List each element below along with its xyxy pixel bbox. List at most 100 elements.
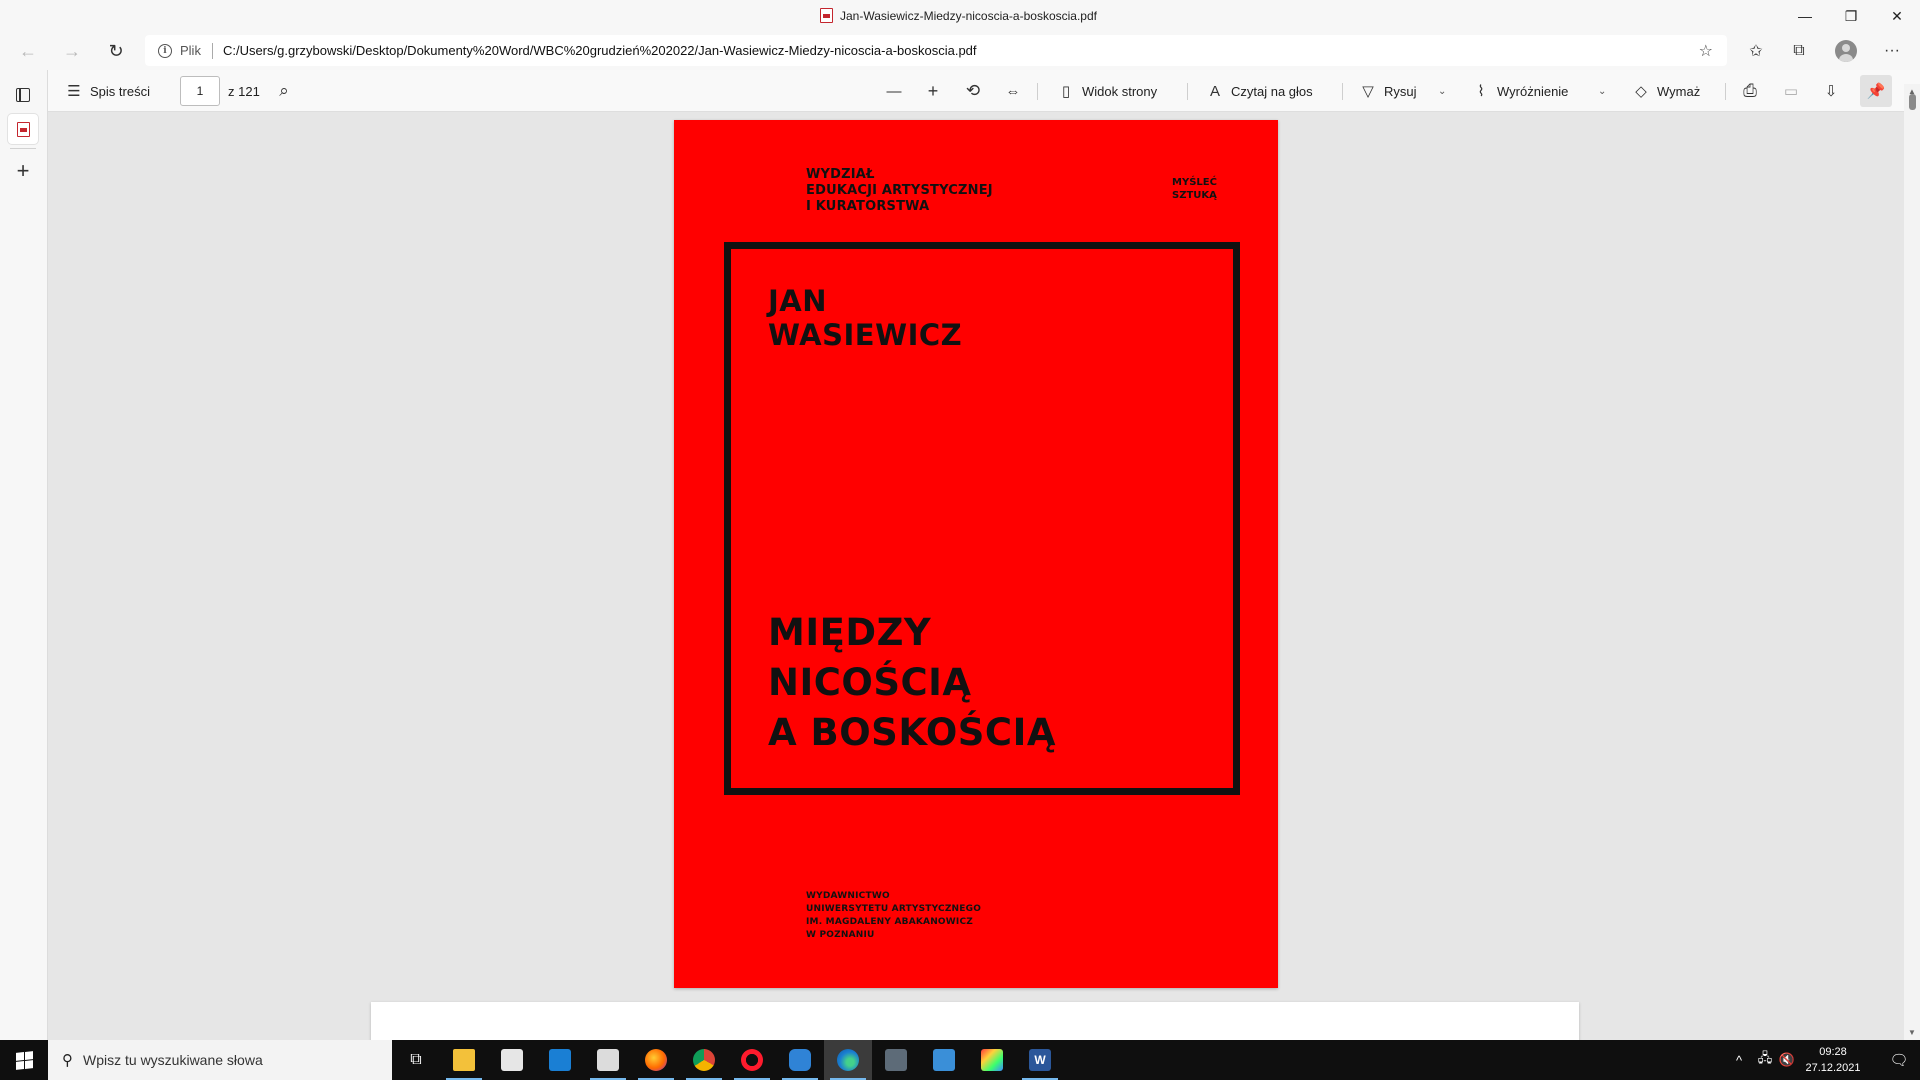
show-hidden-icons-button[interactable]: ^ [1726,1040,1752,1080]
fit-to-width-button[interactable]: ⇔ [1005,70,1021,112]
pin-toolbar-button[interactable]: 📌 [1860,75,1892,107]
app-button-network[interactable] [920,1040,968,1080]
app-button-dark[interactable] [584,1040,632,1080]
erase-button[interactable]: ◇ Wymaż [1633,70,1700,112]
mail-icon [549,1049,571,1071]
list-icon: ☰ [67,83,81,100]
highlight-options-dropdown[interactable]: ⌄ [1598,70,1606,112]
close-button[interactable]: ✕ [1874,0,1920,32]
highlight-label: Wyróżnienie [1497,83,1569,99]
rotate-icon: ⟲ [965,81,981,100]
toolbar-divider [1725,83,1726,100]
zoom-in-button[interactable]: + [925,70,941,112]
chrome-button[interactable] [680,1040,728,1080]
save-icon: ▭ [1783,83,1799,100]
network-icon: 🖧 [1757,1050,1773,1065]
eraser-icon: ◇ [1635,83,1647,100]
favorites-icon[interactable]: ✩ [1738,36,1774,66]
edge-button[interactable] [824,1040,872,1080]
page-number-input[interactable] [180,76,220,106]
firefox-icon [645,1049,667,1071]
print-button[interactable]: ⎙ [1742,70,1758,112]
chevron-up-icon: ^ [1735,1052,1743,1068]
store-button[interactable] [488,1040,536,1080]
page-navigator: z 121 [180,70,260,112]
title-bar: Jan-Wasiewicz-Miedzy-nicoscia-a-boskosci… [0,0,1920,32]
url-text[interactable]: C:/Users/g.grzybowski/Desktop/Dokumenty%… [223,43,977,58]
window-title: Jan-Wasiewicz-Miedzy-nicoscia-a-boskosci… [840,8,1097,23]
highlight-button[interactable]: ⌇ Wyróżnienie [1473,70,1568,112]
firefox-button[interactable] [632,1040,680,1080]
page-total: z 121 [228,83,260,99]
scroll-down-arrow-icon[interactable]: ▼ [1908,1028,1916,1037]
table-of-contents-button[interactable]: ☰ Spis treści [66,70,150,112]
printer-icon: ⎙ [1743,81,1757,100]
address-divider [211,42,213,59]
rotate-button[interactable]: ⟲ [965,70,981,112]
zoom-out-button[interactable]: — [886,70,902,112]
book-title: MIĘDZY NICOŚCIĄ A BOSKOŚCIĄ [768,611,1056,754]
word-button[interactable]: W [1016,1040,1064,1080]
minimize-button[interactable]: — [1782,0,1828,32]
collections-icon[interactable]: ⧉ [1781,36,1817,66]
file-explorer-button[interactable] [440,1040,488,1080]
calculator-icon [885,1049,907,1071]
read-aloud-button[interactable]: A Czytaj na głos [1207,70,1313,112]
address-box[interactable]: i Plik C:/Users/g.grzybowski/Desktop/Dok… [145,35,1727,66]
windows-logo-icon [15,1050,33,1070]
calculator-button[interactable] [872,1040,920,1080]
profile-button[interactable] [1828,36,1864,66]
clock-date: 27.12.2021 [1805,1062,1861,1074]
mail-button[interactable] [536,1040,584,1080]
network-tray-button[interactable]: 🖧 [1752,1040,1778,1080]
app-button-color[interactable] [968,1040,1016,1080]
task-view-button[interactable]: ⧉ [392,1040,440,1080]
publisher-name: WYDAWNICTWO UNIWERSYTETU ARTYSTYCZNEGO I… [806,891,982,940]
toc-label: Spis treści [90,83,150,99]
tab-pdf-document[interactable] [8,114,38,144]
opera-button[interactable] [728,1040,776,1080]
settings-more-button[interactable]: ··· [1874,36,1910,66]
save-as-icon: ⇩ [1824,83,1838,100]
toolbar-divider [1342,83,1343,100]
system-clock[interactable]: 09:28 27.12.2021 [1790,1044,1876,1076]
app-icon [789,1049,811,1071]
page-view-button[interactable]: ▯ Widok strony [1058,70,1157,112]
search-icon: ⚲ [62,1052,73,1069]
app-button-blue[interactable] [776,1040,824,1080]
erase-label: Wymaż [1657,83,1701,99]
page-view-icon: ▯ [1061,83,1071,100]
refresh-button[interactable]: ↻ [100,36,132,66]
find-button[interactable]: ⌕ [276,70,292,112]
task-view-icon: ⧉ [410,1051,422,1068]
new-tab-button[interactable]: + [8,156,38,186]
draw-button[interactable]: ▽ Rysuj [1360,70,1416,112]
minus-icon: — [886,82,902,100]
taskbar-search[interactable]: ⚲ Wpisz tu wyszukiwane słowa [48,1040,392,1080]
pdf-viewer-canvas[interactable]: WYDZIAŁ EDUKACJI ARTYSTYCZNEJ I KURATORS… [48,112,1904,1040]
restore-button[interactable]: ❐ [1828,0,1874,32]
scroll-thumb[interactable] [1909,94,1916,110]
draw-options-dropdown[interactable]: ⌄ [1438,70,1446,112]
start-button[interactable] [0,1040,48,1080]
folder-icon [453,1049,475,1071]
vertical-tabs-bar: + [0,70,48,1040]
opera-icon [741,1049,763,1071]
author-name: JAN WASIEWICZ [768,284,963,352]
info-icon[interactable]: i [158,43,172,58]
page-view-label: Widok strony [1082,83,1158,99]
pdf-page-1-cover: WYDZIAŁ EDUKACJI ARTYSTYCZNEJ I KURATORS… [674,120,1278,988]
chrome-icon [693,1049,715,1071]
clock-time: 09:28 [1819,1046,1847,1058]
pdf-file-icon [820,8,833,23]
back-button[interactable]: ← [12,36,44,66]
tab-actions-button[interactable] [8,80,38,110]
action-center-button[interactable]: 🗨 [1878,1040,1920,1080]
pdf-tab-icon [16,121,30,137]
vertical-scrollbar[interactable]: ▲ ▼ [1904,84,1920,1040]
add-favorite-icon[interactable]: ☆ [1699,41,1713,61]
forward-button[interactable]: → [56,36,88,66]
save-as-button[interactable]: ⇩ [1823,70,1839,112]
faculty-name: WYDZIAŁ EDUKACJI ARTYSTYCZNEJ I KURATORS… [806,167,993,214]
save-button[interactable]: ▭ [1783,70,1799,112]
